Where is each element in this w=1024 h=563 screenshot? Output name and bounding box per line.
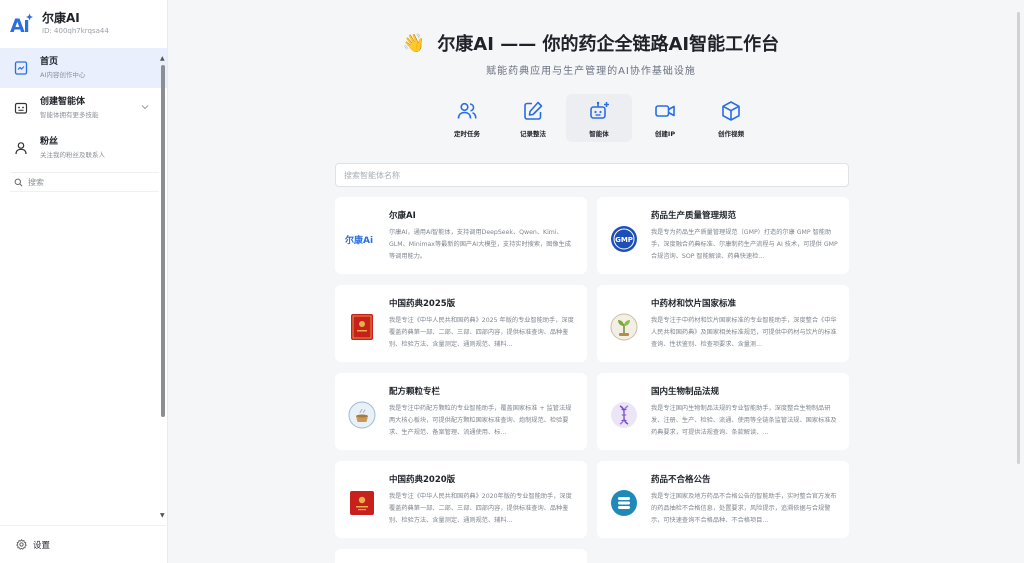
waving-hand-icon: 👋 bbox=[402, 32, 426, 54]
settings-label: 设置 bbox=[33, 540, 51, 551]
main-content: 👋 尔康AI —— 你的药企全链路AI智能工作台 赋能药典应用与生产管理的AI协… bbox=[168, 0, 1024, 563]
agent-card-title: 配方颗粒专栏 bbox=[389, 387, 441, 397]
tool-bar: 定时任务 记录整法 智能体 创建IP 创作视频 bbox=[434, 94, 764, 142]
dna-icon bbox=[607, 398, 641, 432]
agent-card[interactable]: GMP 药品生产质量管理规范 我是专为药品生产质量管理规范（GMP）打造的尔康 … bbox=[597, 197, 849, 274]
sidebar-item-sub: 智能体拥有更多技能 bbox=[40, 111, 99, 120]
agent-card[interactable]: 国内生物制品法规 我是专注国内生物制品法规的专业智能助手，深度整合生物制品研发、… bbox=[597, 373, 849, 450]
hero: 👋 尔康AI —— 你的药企全链路AI智能工作台 赋能药典应用与生产管理的AI协… bbox=[168, 30, 1014, 78]
agent-search-input[interactable] bbox=[344, 170, 840, 180]
tool-create-ip[interactable]: 创建IP bbox=[632, 94, 698, 142]
chevron-down-icon[interactable] bbox=[141, 103, 149, 111]
search-icon bbox=[14, 178, 23, 186]
agent-card-desc: 我是专注于中药材和饮片国家标准的专业智能助手，深度整合《中华人民共和国药典》及国… bbox=[651, 317, 837, 348]
logo-text: 尔康Ai bbox=[345, 234, 373, 246]
sidebar-search[interactable]: 搜索 bbox=[10, 172, 159, 192]
agent-card-desc: 我是专为药品生产质量管理规范（GMP）打造的尔康 GMP 智能助手，深度融合药典… bbox=[651, 229, 838, 260]
page-scrollbar[interactable] bbox=[1016, 6, 1022, 557]
sidebar-item-label: 创建智能体 bbox=[40, 96, 86, 107]
agent-card-desc: 我是专注国家及地方药品不合格公告的智能助手，实时整合官方发布的药品抽检不合格信息… bbox=[651, 493, 837, 524]
page-title: 👋 尔康AI —— 你的药企全链路AI智能工作台 bbox=[403, 30, 779, 56]
sidebar-item-create-agent[interactable]: 创建智能体 智能体拥有更多技能 bbox=[0, 88, 167, 128]
sidebar-item-home[interactable]: 首页 AI内容创作中心 bbox=[0, 48, 167, 88]
agent-card-title: 中国药典2020版 bbox=[389, 475, 456, 485]
tool-scheduled-tasks[interactable]: 定时任务 bbox=[434, 94, 500, 142]
gmp-icon: GMP bbox=[607, 222, 641, 256]
box-icon bbox=[722, 101, 740, 121]
tool-label: 定时任务 bbox=[454, 130, 480, 138]
agent-card[interactable]: 中国药典2020版 我是专注《中华人民共和国药典》2020年版的专业智能助手，深… bbox=[335, 461, 587, 538]
agent-card-title: 国内生物制品法规 bbox=[651, 387, 720, 397]
user-icon bbox=[15, 142, 27, 155]
tool-agents[interactable]: 智能体 bbox=[566, 94, 632, 142]
erkang-logo-icon: 尔康Ai bbox=[345, 222, 379, 256]
scroll-thumb[interactable] bbox=[161, 65, 165, 417]
robot-icon bbox=[14, 102, 28, 114]
agent-card-desc: 我是专注中药配方颗粒的专业智能助手，覆盖国家标准 + 监管法规两大核心板块，可提… bbox=[389, 405, 572, 436]
app-logo-icon: A bbox=[10, 13, 33, 36]
sidebar: A 尔康AI ID: 400qh7krqsa44 首页 AI内容创作中心 创建智… bbox=[0, 0, 168, 563]
scroll-up-arrow-icon[interactable]: ▲ bbox=[160, 55, 165, 62]
gmp-logo-text: GMP bbox=[615, 236, 633, 244]
agent-card-desc: 尔康AI，通用AI智能体，支持调用DeepSeek、Qwen、Kimi、GLM、… bbox=[389, 229, 571, 260]
granule-icon bbox=[345, 398, 379, 432]
agent-card[interactable]: 药品不合格公告 我是专注国家及地方药品不合格公告的智能助手，实时整合官方发布的药… bbox=[597, 461, 849, 538]
tool-notes[interactable]: 记录整法 bbox=[500, 94, 566, 142]
user-id: ID: 400qh7krqsa44 bbox=[42, 27, 109, 36]
agent-card-title: 药品生产质量管理规范 bbox=[651, 211, 737, 221]
settings-button[interactable]: 设置 bbox=[0, 525, 168, 563]
agent-card-title: 中药材和饮片国家标准 bbox=[651, 299, 737, 309]
tool-label: 记录整法 bbox=[520, 130, 546, 138]
herb-icon bbox=[607, 310, 641, 344]
agent-card-desc: 我是专注国内生物制品法规的专业智能助手，深度整合生物制品研发、注册、生产、检验、… bbox=[651, 405, 837, 436]
red-book-2020-icon bbox=[345, 486, 379, 520]
gear-icon bbox=[16, 539, 27, 550]
video-icon bbox=[655, 105, 675, 117]
agent-card[interactable]: 中药材和饮片国家标准 我是专注于中药材和饮片国家标准的专业智能助手，深度整合《中… bbox=[597, 285, 849, 362]
tool-label: 智能体 bbox=[589, 130, 609, 138]
bot-icon bbox=[590, 101, 609, 119]
tool-create-video[interactable]: 创作视频 bbox=[698, 94, 764, 142]
sidebar-item-label: 粉丝 bbox=[40, 136, 59, 147]
sidebar-search-label: 搜索 bbox=[28, 177, 44, 187]
users-icon bbox=[457, 102, 477, 119]
agent-card-title: 中国药典2025版 bbox=[389, 299, 456, 309]
tool-label: 创作视频 bbox=[718, 130, 744, 138]
agent-card-partial[interactable] bbox=[335, 549, 587, 563]
sidebar-scrollbar[interactable]: ▲ ▼ bbox=[160, 55, 166, 525]
agent-card-desc: 我是专注《中华人民共和国药典》2020年版的专业智能助手，深度覆盖药典第一部、二… bbox=[389, 493, 572, 524]
edit-icon bbox=[524, 101, 543, 120]
svg-text:A: A bbox=[10, 15, 25, 36]
brand-name: 尔康AI bbox=[42, 10, 80, 25]
sidebar-item-label: 首页 bbox=[40, 56, 59, 67]
page-title-text: 尔康AI —— 你的药企全链路AI智能工作台 bbox=[437, 34, 780, 55]
home-doc-icon bbox=[14, 61, 28, 75]
scroll-down-arrow-icon[interactable]: ▼ bbox=[160, 512, 165, 519]
agent-card[interactable]: 尔康Ai 尔康AI 尔康AI，通用AI智能体，支持调用DeepSeek、Qwen… bbox=[335, 197, 587, 274]
tool-label: 创建IP bbox=[654, 130, 676, 138]
page-scroll-thumb[interactable] bbox=[1017, 12, 1020, 464]
agent-card-title: 药品不合格公告 bbox=[651, 475, 711, 485]
sidebar-item-sub: 关注我的粉丝及联系人 bbox=[40, 151, 105, 160]
sidebar-item-fans[interactable]: 粉丝 关注我的粉丝及联系人 bbox=[0, 128, 167, 168]
list-icon bbox=[607, 486, 641, 520]
agent-card-desc: 我是专注《中华人民共和国药典》2025 年版的专业智能助手，深度覆盖药典第一部、… bbox=[389, 317, 574, 348]
brand[interactable]: A 尔康AI ID: 400qh7krqsa44 bbox=[0, 0, 167, 44]
sidebar-nav: 首页 AI内容创作中心 创建智能体 智能体拥有更多技能 粉丝 关注我的粉丝及联系… bbox=[0, 48, 167, 168]
agent-search bbox=[335, 163, 849, 187]
sidebar-item-sub: AI内容创作中心 bbox=[40, 71, 86, 80]
red-book-icon bbox=[345, 310, 379, 344]
page-subtitle: 赋能药典应用与生产管理的AI协作基础设施 bbox=[486, 66, 696, 77]
agent-card-title: 尔康AI bbox=[389, 211, 416, 221]
agent-card[interactable]: 配方颗粒专栏 我是专注中药配方颗粒的专业智能助手，覆盖国家标准 + 监管法规两大… bbox=[335, 373, 587, 450]
agent-card[interactable]: 中国药典2025版 我是专注《中华人民共和国药典》2025 年版的专业智能助手，… bbox=[335, 285, 587, 362]
